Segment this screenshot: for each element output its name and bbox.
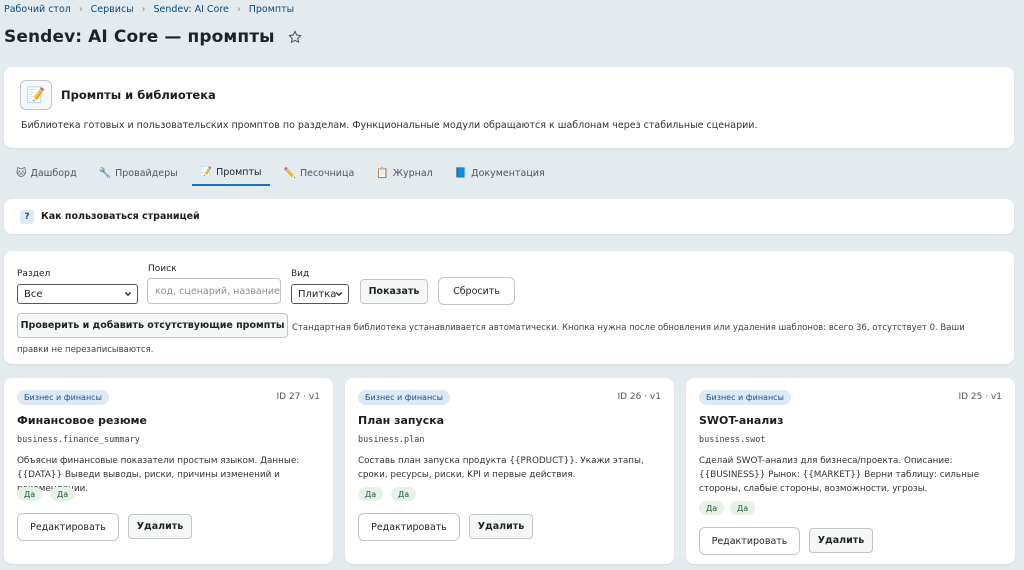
tab-label: Промпты — [216, 167, 262, 178]
tab-label: Журнал — [392, 168, 433, 179]
chevron-down-icon — [335, 291, 343, 297]
prompt-id: ID 25 · v1 — [958, 392, 1002, 402]
view-select-value: Плитка — [298, 288, 337, 300]
prompt-description: Составь план запуска продукта {{PRODUCT}… — [358, 456, 644, 480]
status-chip: Да — [358, 487, 384, 501]
edit-button[interactable]: Редактировать — [699, 527, 800, 555]
show-button[interactable]: Показать — [360, 279, 428, 304]
question-icon: ? — [20, 210, 34, 224]
status-chip: Да — [17, 487, 43, 501]
delete-button[interactable]: Удалить — [128, 514, 192, 539]
intro-title: Промпты и библиотека — [61, 88, 216, 102]
prompt-id: ID 27 · v1 — [276, 392, 320, 402]
filters-panel: Раздел Все Поиск код, сценарий, название… — [4, 251, 1014, 364]
tab-label: Песочница — [299, 168, 355, 179]
section-select[interactable]: Все — [17, 284, 138, 304]
breadcrumb-separator: › — [141, 4, 146, 15]
cat-icon: 🐱 — [16, 168, 27, 179]
breadcrumb-separator: › — [78, 4, 83, 15]
tab-documentation[interactable]: 📘 Документация — [447, 161, 553, 186]
prompt-code: business.finance_summary — [17, 435, 140, 445]
section-select-value: Все — [24, 288, 43, 300]
book-icon: 📘 — [454, 168, 468, 179]
view-select[interactable]: Плитка — [291, 284, 349, 304]
intro-description: Библиотека готовых и пользовательских пр… — [21, 120, 758, 131]
status-chip: Да — [50, 487, 76, 501]
help-title: Как пользоваться страницей — [41, 211, 200, 222]
clipboard-icon: 📋 — [376, 168, 389, 179]
tab-prompts[interactable]: 📝 Промпты — [191, 161, 270, 186]
memo-icon: 📝 — [20, 80, 52, 110]
library-note-text: Стандартная библиотека устанавливается а… — [17, 323, 965, 355]
status-chip: Да — [699, 501, 725, 515]
delete-button[interactable]: Удалить — [469, 514, 533, 539]
prompt-code: business.swot — [699, 435, 766, 445]
tab-bar: 🐱 Дашборд 🔧 Провайдеры 📝 Промпты ✏️ Песо… — [8, 161, 559, 187]
prompt-id: ID 26 · v1 — [617, 392, 661, 402]
prompt-card: Бизнес и финансы ID 27 · v1 Финансовое р… — [4, 378, 333, 564]
breadcrumb-services[interactable]: Сервисы — [91, 4, 134, 15]
wrench-icon: 🔧 — [98, 168, 112, 179]
edit-button[interactable]: Редактировать — [17, 513, 119, 541]
prompt-description: Сделай SWOT-анализ для бизнеса/проекта. … — [699, 456, 980, 494]
prompt-title: План запуска — [358, 414, 445, 427]
category-badge: Бизнес и финансы — [699, 390, 791, 405]
help-panel[interactable]: ? Как пользоваться страницей — [4, 199, 1014, 234]
memo-icon: 📝 — [199, 167, 213, 178]
search-label: Поиск — [148, 264, 177, 274]
intro-panel: 📝 Промпты и библиотека Библиотека готовы… — [4, 67, 1014, 148]
breadcrumb-dashboard[interactable]: Рабочий стол — [4, 4, 71, 15]
chevron-down-icon — [124, 291, 132, 297]
view-label: Вид — [291, 269, 310, 279]
tab-providers[interactable]: 🔧 Провайдеры — [91, 161, 186, 186]
breadcrumb-prompts[interactable]: Промпты — [249, 4, 294, 15]
prompt-title: Финансовое резюме — [17, 414, 147, 427]
section-label: Раздел — [17, 269, 51, 279]
library-note: Стандартная библиотека устанавливается а… — [17, 317, 997, 361]
category-badge: Бизнес и финансы — [17, 390, 109, 405]
breadcrumb-ai-core[interactable]: Sendev: AI Core — [153, 4, 228, 15]
page-title: Sendev: AI Core — промпты — [4, 27, 275, 47]
prompt-card: Бизнес и финансы ID 25 · v1 SWOT-анализ … — [686, 378, 1015, 564]
star-icon[interactable] — [287, 29, 303, 45]
tab-label: Дашборд — [30, 168, 77, 179]
pencil-icon: ✏️ — [283, 168, 296, 179]
tab-sandbox[interactable]: ✏️ Песочница — [276, 161, 363, 186]
tab-dashboard[interactable]: 🐱 Дашборд — [8, 161, 85, 186]
prompt-title: SWOT-анализ — [699, 414, 784, 427]
delete-button[interactable]: Удалить — [809, 528, 873, 553]
page-header: Sendev: AI Core — промпты — [4, 27, 303, 47]
prompt-card: Бизнес и финансы ID 26 · v1 План запуска… — [345, 378, 674, 564]
tab-journal[interactable]: 📋 Журнал — [368, 161, 440, 186]
status-chip: Да — [730, 501, 756, 515]
search-placeholder: код, сценарий, название — [155, 285, 280, 297]
breadcrumb: Рабочий стол › Сервисы › Sendev: AI Core… — [4, 4, 294, 15]
status-chip: Да — [391, 487, 417, 501]
search-input[interactable]: код, сценарий, название — [147, 278, 281, 304]
category-badge: Бизнес и финансы — [358, 390, 450, 405]
tab-label: Документация — [471, 168, 545, 179]
breadcrumb-separator: › — [236, 4, 241, 15]
edit-button[interactable]: Редактировать — [358, 513, 460, 541]
prompt-code: business.plan — [358, 435, 425, 445]
tab-label: Провайдеры — [115, 168, 178, 179]
reset-button[interactable]: Сбросить — [438, 277, 515, 305]
